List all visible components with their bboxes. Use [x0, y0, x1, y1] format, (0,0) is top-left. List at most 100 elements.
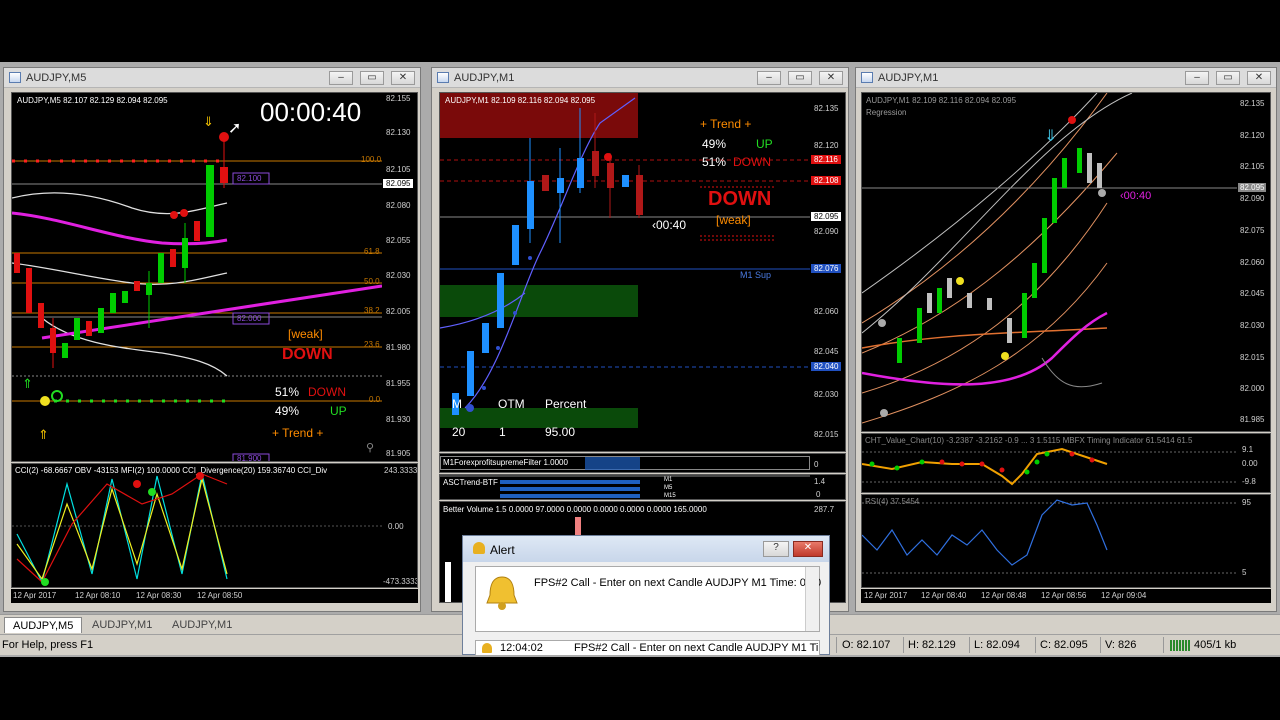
subchart-rsi[interactable]: RSI(4) 37.5454 95 5 — [861, 494, 1271, 588]
scale-tick: 0 — [814, 460, 819, 469]
box-label: 82.000 — [237, 314, 262, 323]
restore-button[interactable]: ▭ — [1216, 71, 1240, 85]
fib-label: 0.0 — [369, 395, 381, 404]
tab-audjpy-m1-2[interactable]: AUDJPY,M1 — [164, 617, 240, 633]
m5-plot: ⇓ ⇑ ⇑ ➚ ⚲ — [12, 114, 382, 461]
price-tick: 82.055 — [386, 236, 411, 245]
minimize-button[interactable]: – — [1185, 71, 1209, 85]
subchart-asctrend[interactable]: ASCTrend-BTF M1 M5 M15 1.4 0 — [439, 474, 846, 500]
scale-tick: 5 — [1242, 568, 1247, 577]
subchart-filter[interactable]: M1ForexprofitsupremeFilter 1.0000 0 — [439, 453, 846, 473]
time-tick: 12 Apr 2017 — [13, 591, 57, 600]
price-tick: 82.015 — [814, 430, 839, 439]
chart-info: AUDJPY,M1 82.109 82.116 82.094 82.095 — [866, 96, 1017, 105]
strength-label: [weak] — [288, 327, 323, 341]
table-header: Percent — [545, 397, 587, 411]
tab-audjpy-m1[interactable]: AUDJPY,M1 — [84, 617, 160, 633]
table-cell: 95.00 — [545, 425, 576, 439]
alert-message-box[interactable]: FPS#2 Call - Enter on next Candle AUDJPY… — [475, 566, 821, 632]
price-tick: 82.045 — [814, 347, 839, 356]
close-button[interactable]: ✕ — [391, 71, 415, 85]
connection-status[interactable]: 405/1 kb — [1194, 639, 1236, 651]
box-label: 81.900 — [237, 454, 262, 462]
price-tick: 82.015 — [1240, 353, 1265, 362]
price-tick: 82.105 — [386, 165, 411, 174]
alert-history-list[interactable]: 12:04:02 FPS#2 Call - Enter on next Cand… — [475, 640, 820, 656]
price-tick: 82.000 — [1240, 384, 1265, 393]
chart-window-audjpy-m5[interactable]: AUDJPY,M5 – ▭ ✕ AUDJPY,M5 82.107 82.129 … — [3, 67, 421, 612]
chart-window-audjpy-m1-a[interactable]: AUDJPY,M1 – ▭ ✕ AUDJPY,M1 82.109 82.116 … — [431, 67, 849, 612]
help-text: For Help, press F1 — [2, 639, 94, 651]
m5-candles — [14, 141, 228, 368]
scrollbar[interactable] — [805, 567, 819, 631]
price-tick: 81.955 — [386, 379, 411, 388]
arrow-down-icon: ⇓ — [203, 114, 214, 129]
close-button[interactable]: ✕ — [1247, 71, 1271, 85]
price-scale[interactable]: 82.135 82.120 82.116 82.108 82.095 82.09… — [810, 93, 845, 451]
tab-audjpy-m5[interactable]: AUDJPY,M5 — [4, 617, 83, 633]
help-button[interactable]: ? — [763, 541, 789, 557]
sub-scale: 243.3333 0.00 -473.3333 — [382, 464, 418, 587]
status-low: L: 82.094 — [974, 639, 1020, 651]
subchart-header: ASCTrend-BTF — [443, 478, 498, 487]
minimize-button[interactable]: – — [757, 71, 781, 85]
subchart-value-chart[interactable]: CHT_Value_Chart(10) -3.2387 -3.2162 -0.9… — [861, 433, 1271, 493]
price-tick: 82.075 — [1240, 226, 1265, 235]
time-tick: 12 Apr 08:48 — [981, 591, 1027, 600]
fib-label: 100.0 — [361, 155, 382, 164]
box-label: 82.100 — [237, 174, 262, 183]
main-chart-m5[interactable]: AUDJPY,M5 82.107 82.129 82.094 82.095 00… — [11, 92, 418, 462]
connection-icon[interactable] — [1170, 640, 1190, 651]
support-label: M1 Sup — [740, 270, 772, 280]
window-titlebar[interactable]: AUDJPY,M1 – ▭ ✕ — [856, 68, 1276, 88]
arrow-down-icon: ⇓ — [1044, 128, 1057, 145]
subchart-cci[interactable]: CCI(2) -68.6667 OBV -43153 MFI(2) 100.00… — [11, 463, 418, 588]
stat-percent: 51% — [275, 385, 300, 399]
alert-titlebar[interactable]: Alert ? ✕ — [463, 536, 829, 562]
stat-percent: 51% — [702, 155, 727, 169]
price-tick: 82.080 — [386, 201, 411, 210]
current-price-tag: 82.095 — [811, 212, 842, 221]
main-chart-regression[interactable]: ⇓ AUDJPY,M1 82.109 82.116 82.094 82.095 … — [861, 92, 1271, 432]
price-tag: 82.040 — [811, 362, 842, 371]
price-tag: 82.076 — [811, 264, 842, 273]
status-high: H: 82.129 — [908, 639, 956, 651]
stat-direction: UP — [330, 404, 347, 418]
window-titlebar[interactable]: AUDJPY,M1 – ▭ ✕ — [432, 68, 848, 88]
restore-button[interactable]: ▭ — [360, 71, 384, 85]
table-header: M — [452, 397, 462, 411]
time-tick: 12 Apr 08:56 — [1041, 591, 1087, 600]
stat-percent: 49% — [275, 404, 300, 418]
time-tick: 12 Apr 2017 — [864, 591, 908, 600]
restore-button[interactable]: ▭ — [788, 71, 812, 85]
bell-icon — [482, 643, 492, 653]
subchart-header: RSI(4) 37.5454 — [865, 497, 920, 506]
bell-icon — [486, 576, 518, 610]
signal-label: DOWN — [282, 346, 333, 363]
chart-window-icon — [437, 72, 449, 83]
window-titlebar[interactable]: AUDJPY,M5 – ▭ ✕ — [4, 68, 420, 88]
scale-tick: 1.4 — [814, 477, 826, 486]
close-button[interactable]: ✕ — [793, 541, 823, 557]
scale-tick: 0.00 — [388, 522, 404, 531]
scale-tick: -473.3333 — [383, 577, 418, 586]
time-tick: 12 Apr 08:40 — [921, 591, 967, 600]
trend-label: + Trend + — [272, 426, 324, 440]
scale-tick: 9.1 — [1242, 445, 1254, 454]
close-button[interactable]: ✕ — [819, 71, 843, 85]
price-tick: 82.030 — [386, 271, 411, 280]
chart-info: AUDJPY,M1 82.109 82.116 82.094 82.095 — [445, 96, 596, 105]
price-tick: 82.045 — [1240, 289, 1265, 298]
status-open: O: 82.107 — [842, 639, 891, 651]
alert-dialog[interactable]: Alert ? ✕ FPS#2 Call - Enter on next Can… — [462, 535, 830, 656]
stat-percent: 49% — [702, 137, 727, 151]
minimize-button[interactable]: – — [329, 71, 353, 85]
chart-window-audjpy-m1-b[interactable]: AUDJPY,M1 – ▭ ✕ ⇓ AUDJPY,M1 82.109 82.11… — [855, 67, 1277, 612]
main-chart-m1[interactable]: AUDJPY,M1 82.109 82.116 82.094 82.095 + … — [439, 92, 846, 452]
table-cell: 1 — [499, 425, 506, 439]
price-tick: 82.030 — [1240, 321, 1265, 330]
price-tick: 82.060 — [814, 307, 839, 316]
price-scale[interactable]: 82.135 82.120 82.105 82.095 82.090 82.07… — [1237, 93, 1270, 431]
stat-direction: DOWN — [733, 155, 771, 169]
price-scale[interactable]: 82.155 82.130 82.105 82.095 82.080 82.05… — [382, 93, 417, 461]
